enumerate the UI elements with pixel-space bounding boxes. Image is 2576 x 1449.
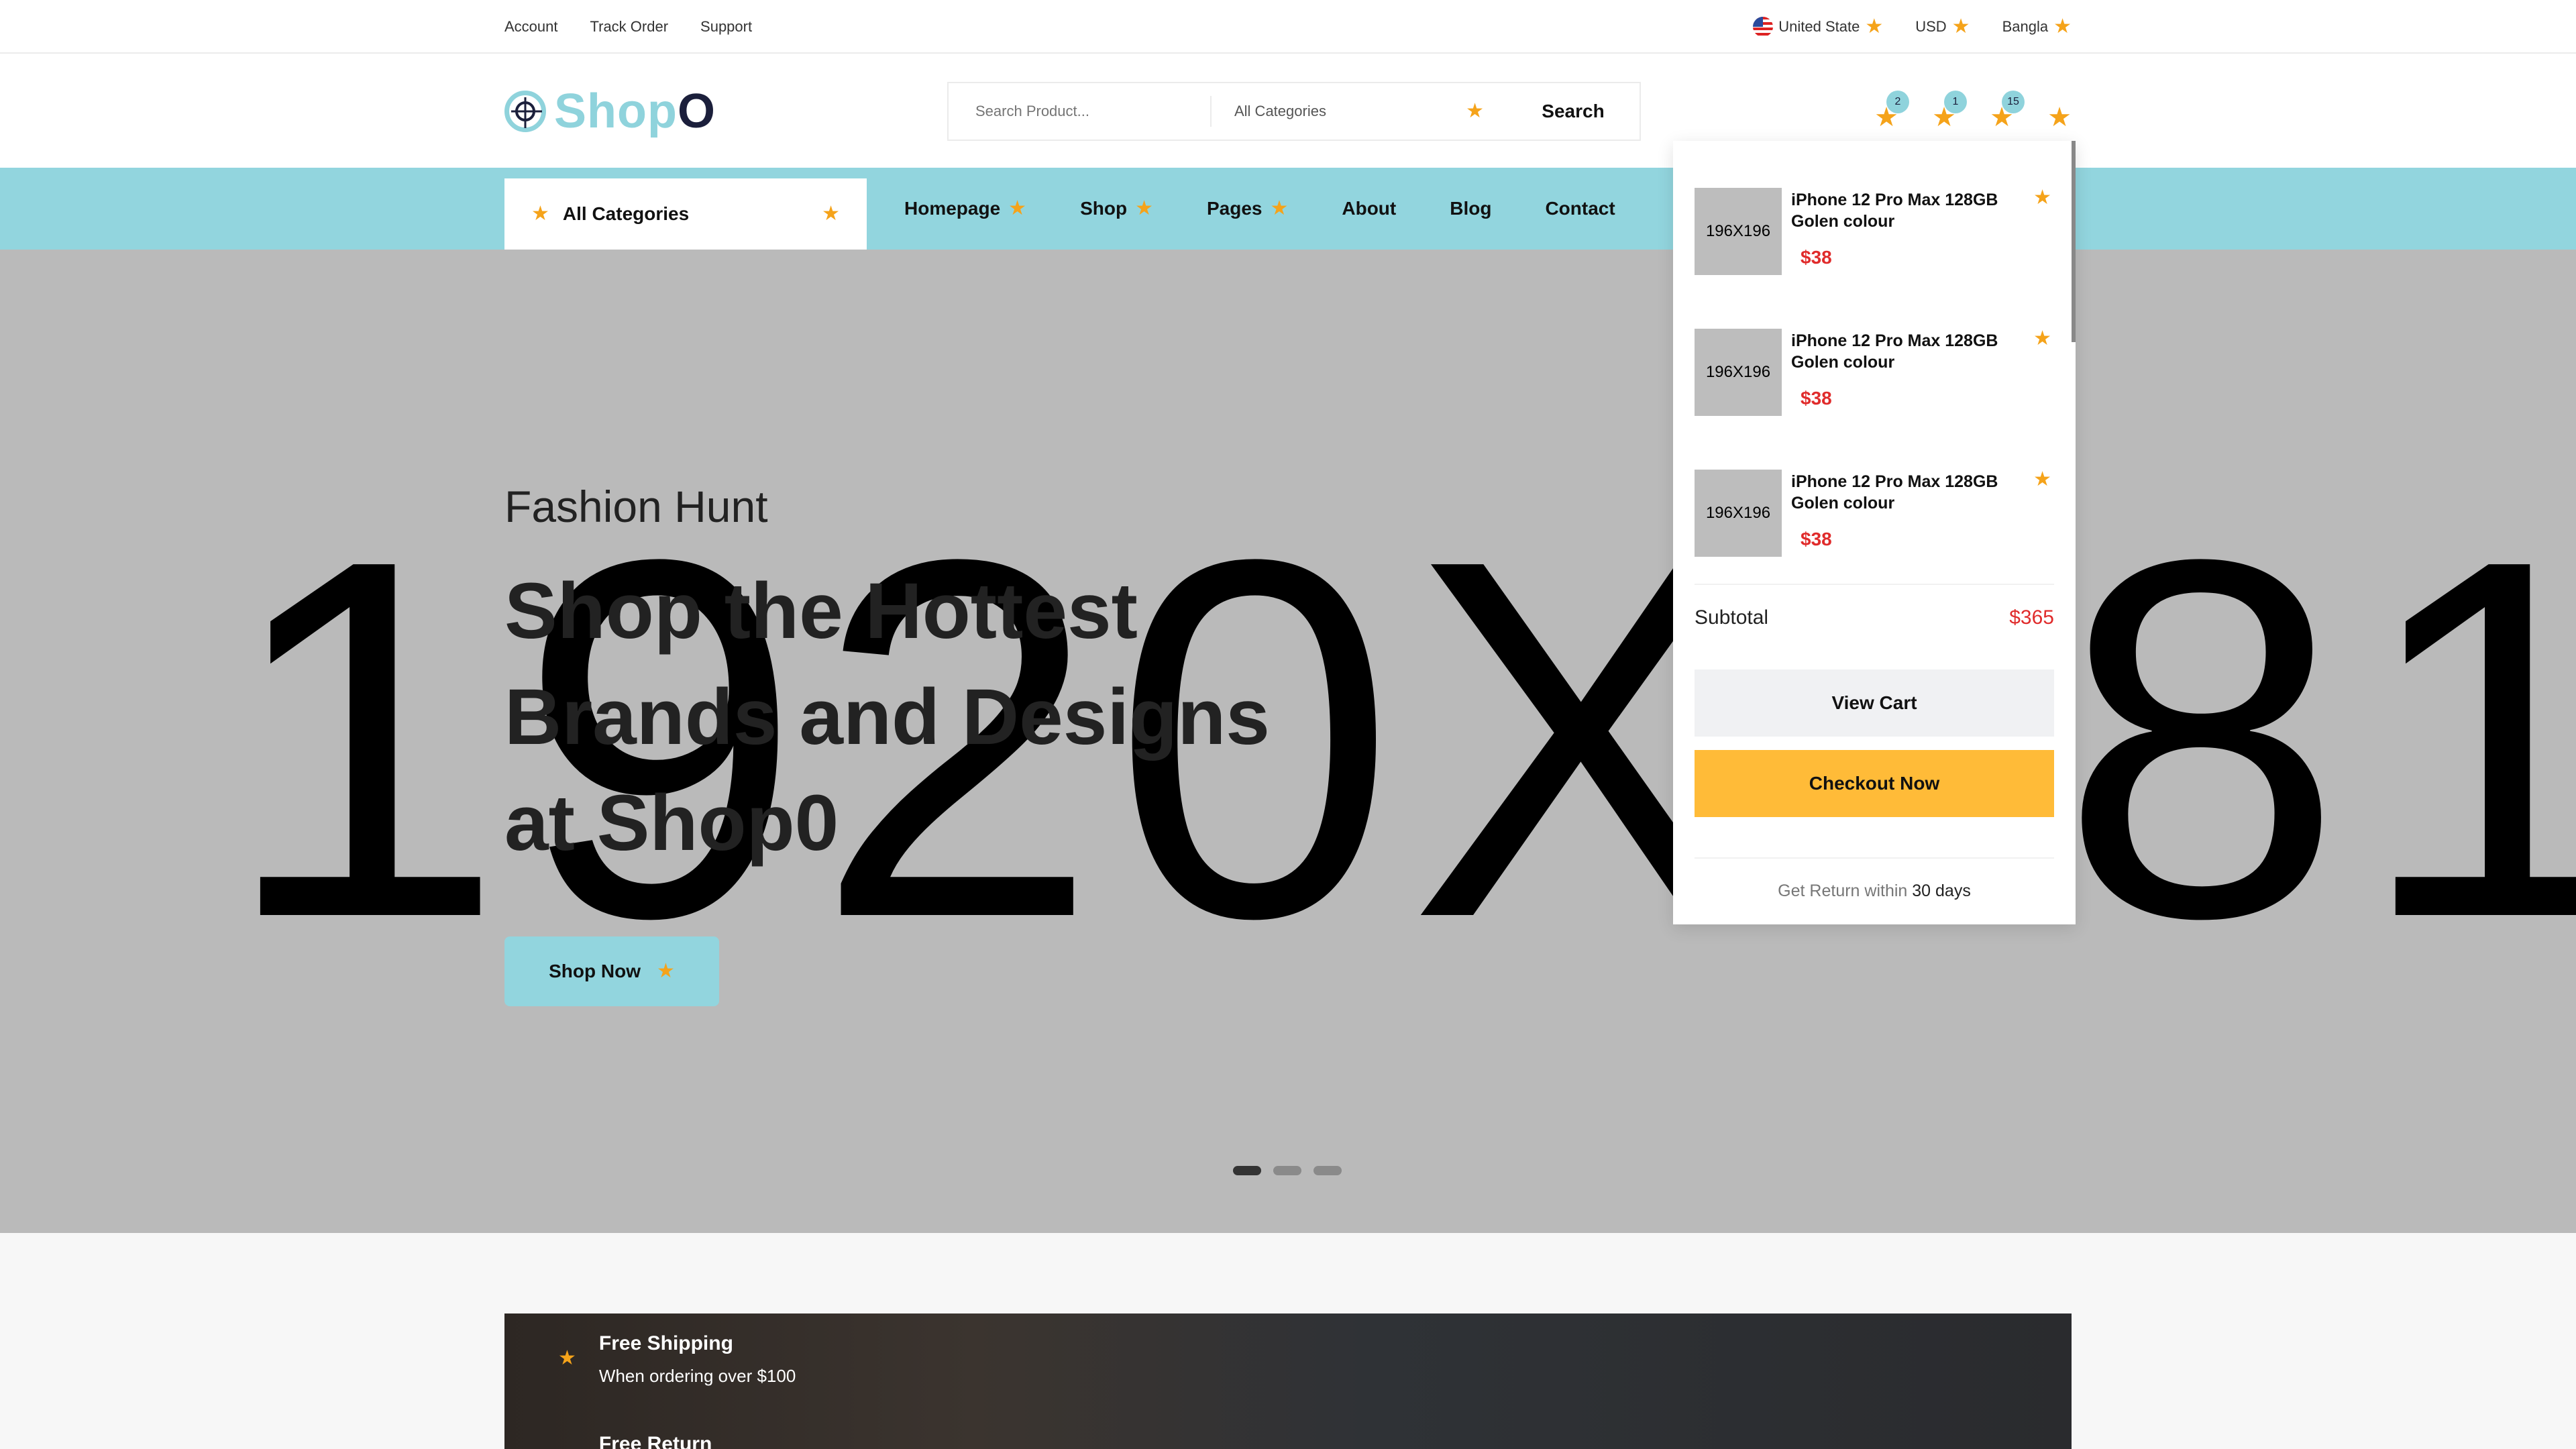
language-select[interactable]: Bangla ★ [2002,17,2072,37]
main-header: ShopO All Categories ★ Search ★ 2 ★ 1 ★ … [0,54,2576,168]
shop-now-button[interactable]: Shop Now ★ [504,936,719,1006]
product-image: 196X196 [1695,329,1782,416]
compare-count-badge: 2 [1886,91,1909,113]
menu-icon: ★ [531,203,549,225]
checkout-button[interactable]: Checkout Now [1695,750,2054,817]
remove-item-icon[interactable]: ★ [2033,470,2051,490]
us-flag-icon [1753,17,1774,37]
cart-dropdown: 196X196 iPhone 12 Pro Max 128GB Golen co… [1673,141,2076,924]
feature-title: Free Return [598,1433,712,1449]
user-button[interactable]: ★ [2047,91,2072,131]
user-icon: ★ [2047,103,2072,132]
header-icons: ★ 2 ★ 1 ★ 15 ★ [1874,91,2072,131]
chevron-down-icon: ★ [1466,100,1484,122]
compare-button[interactable]: ★ 2 [1874,91,1909,131]
chevron-down-icon: ★ [2053,15,2072,38]
nav-item-homepage[interactable]: Homepage ★ [904,198,1026,219]
shop-logo[interactable]: ShopO [504,84,716,139]
country-select[interactable]: United State ★ [1753,17,1883,37]
support-link[interactable]: Support [700,18,752,36]
currency-select[interactable]: USD ★ [1915,17,1970,37]
subtotal-value: $365 [2009,606,2054,629]
all-categories-label: All Categories [562,203,690,224]
slider-dots [1233,1166,1342,1175]
subtotal-label: Subtotal [1695,606,1769,629]
nav-item-contact[interactable]: Contact [1545,198,1615,219]
slider-dot[interactable] [1313,1166,1342,1175]
slider-dot[interactable] [1233,1166,1261,1175]
return-policy-note: Get Return within 30 days [1695,857,2054,901]
wishlist-count-badge: 1 [1944,91,1967,113]
feature-title: Free Shipping [598,1332,733,1354]
truck-icon: ★ [558,1347,576,1369]
search-input[interactable] [949,83,1210,140]
product-price: $38 [1801,529,1832,549]
wishlist-button[interactable]: ★ 1 [1932,91,1967,131]
nav-item-about[interactable]: About [1342,198,1396,219]
product-price: $38 [1801,247,1832,268]
cart-scrollbar[interactable] [2072,141,2076,342]
product-price: $38 [1801,388,1832,409]
product-name[interactable]: iPhone 12 Pro Max 128GB Golen colour [1791,330,2019,373]
nav-item-shop[interactable]: Shop ★ [1080,198,1153,219]
search-button[interactable]: Search [1507,83,1640,140]
account-link[interactable]: Account [504,18,558,36]
product-image: 196X196 [1695,188,1782,275]
nav-item-blog[interactable]: Blog [1450,198,1491,219]
top-links: Account Track Order Support [504,0,752,54]
cart-subtotal: Subtotal $365 [1695,584,2054,629]
search-category-select[interactable]: All Categories ★ [1212,101,1507,121]
chevron-down-icon: ★ [1951,15,1970,38]
arrow-right-icon: ★ [656,960,675,982]
cart-item[interactable]: 196X196 iPhone 12 Pro Max 128GB Golen co… [1695,188,2054,275]
hero-title: Shop the Hottest Brands and Designs at S… [504,567,1270,867]
track-order-link[interactable]: Track Order [590,18,669,36]
view-cart-button[interactable]: View Cart [1695,669,2054,737]
chevron-down-icon: ★ [1008,197,1027,219]
feature-free-shipping: ★ Free Shipping When ordering over $100 [558,1332,796,1387]
remove-item-icon[interactable]: ★ [2033,188,2051,208]
nav-menu: Homepage ★ Shop ★ Pages ★ About Blog Contac… [904,168,1615,250]
all-categories-button[interactable]: ★ All Categories ★ [504,178,867,250]
top-selectors: United State ★ USD ★ Bangla ★ [1753,0,2072,54]
main-nav: ★ All Categories ★ Homepage ★ Shop ★ Pages… [0,168,2576,250]
search-bar: All Categories ★ Search [947,82,1641,141]
cart-count-badge: 15 [2002,91,2025,113]
country-label: United State [1778,18,1860,35]
chevron-down-icon: ★ [1865,15,1884,38]
language-label: Bangla [2002,18,2049,35]
top-bar: Account Track Order Support United State… [0,0,2576,54]
product-name[interactable]: iPhone 12 Pro Max 128GB Golen colour [1791,471,2019,514]
remove-item-icon[interactable]: ★ [2033,329,2051,349]
search-category-label: All Categories [1234,103,1326,119]
hero-banner: 1920X681 Fashion Hunt Shop the Hottest B… [0,250,2576,1233]
nav-item-pages[interactable]: Pages ★ [1207,198,1288,219]
hero-subtitle: Fashion Hunt [504,482,768,531]
product-image: 196X196 [1695,470,1782,557]
chevron-down-icon: ★ [1270,197,1289,219]
features-banner: ★ Free Shipping When ordering over $100 … [504,1313,2072,1449]
slider-dot[interactable] [1273,1166,1301,1175]
cart-item[interactable]: 196X196 iPhone 12 Pro Max 128GB Golen co… [1695,470,2054,557]
cart-item[interactable]: 196X196 iPhone 12 Pro Max 128GB Golen co… [1695,329,2054,416]
currency-label: USD [1915,18,1947,35]
product-name[interactable]: iPhone 12 Pro Max 128GB Golen colour [1791,189,2019,232]
feature-free-return: ★ Free Return [558,1433,712,1449]
logo-text: ShopO [554,85,716,138]
chevron-down-icon: ★ [1135,197,1153,219]
cart-button[interactable]: ★ 15 [1990,91,2025,131]
logo-icon [504,91,546,132]
chevron-down-icon: ★ [822,203,840,225]
feature-desc: When ordering over $100 [598,1366,796,1386]
